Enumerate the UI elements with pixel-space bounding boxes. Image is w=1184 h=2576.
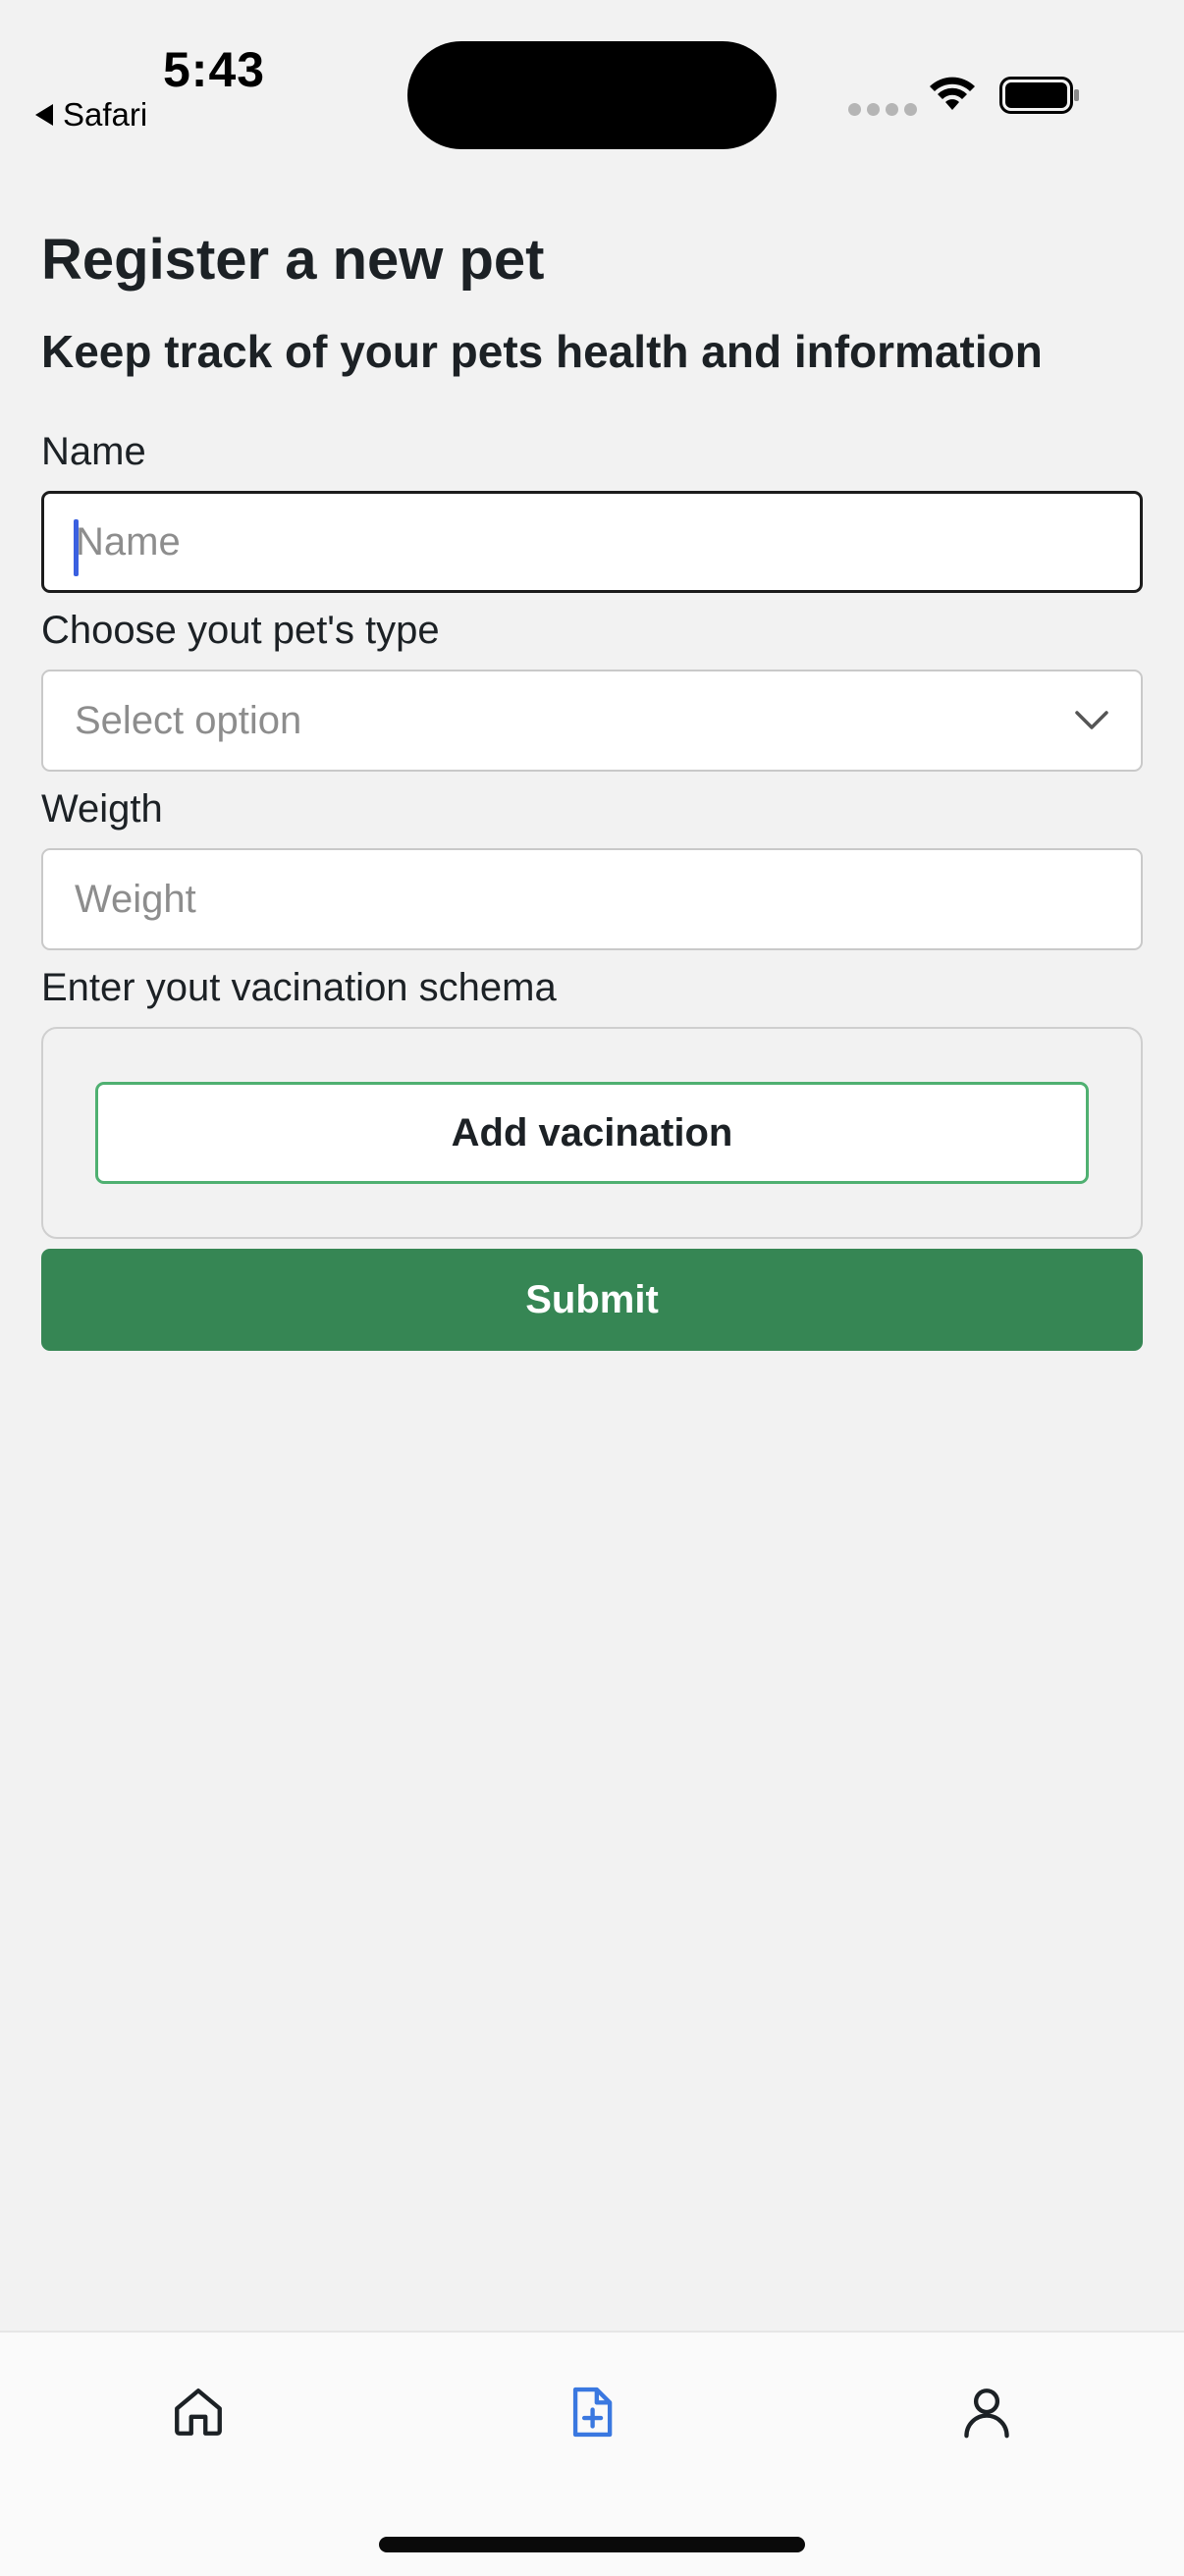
- status-time: 5:43: [163, 42, 266, 97]
- dynamic-island: [407, 41, 777, 149]
- add-document-icon: [572, 2387, 613, 2438]
- submit-button[interactable]: Submit: [41, 1249, 1143, 1351]
- back-app-label: Safari: [63, 96, 148, 133]
- chevron-down-icon: [1075, 711, 1108, 729]
- vaccination-schema-box: Add vacination: [41, 1027, 1143, 1239]
- user-icon: [964, 2388, 1009, 2439]
- pet-type-selected-value: Select option: [75, 698, 302, 742]
- back-arrow-icon: [35, 104, 53, 126]
- signal-icon: [848, 103, 917, 116]
- name-input[interactable]: [41, 491, 1143, 593]
- tab-home[interactable]: [144, 2358, 252, 2466]
- home-indicator: [379, 2537, 805, 2552]
- home-icon: [175, 2388, 222, 2436]
- vaccination-label: Enter yout vacination schema: [41, 966, 557, 1009]
- pet-type-label: Choose yout pet's type: [41, 609, 440, 652]
- name-label: Name: [41, 430, 146, 473]
- weight-input[interactable]: [41, 848, 1143, 950]
- tab-register-pet[interactable]: [538, 2358, 646, 2466]
- page-title: Register a new pet: [41, 228, 545, 292]
- text-caret: [74, 519, 79, 576]
- status-bar: 5:43 Safari: [0, 0, 1184, 149]
- register-pet-form: Register a new pet Keep track of your pe…: [41, 216, 1143, 1351]
- battery-icon: [999, 77, 1079, 114]
- page-subtitle: Keep track of your pets health and infor…: [41, 326, 1043, 377]
- wifi-icon: [930, 77, 975, 110]
- name-field-wrapper: [41, 491, 1143, 593]
- add-vaccination-button[interactable]: Add vacination: [95, 1082, 1089, 1184]
- tab-profile[interactable]: [933, 2358, 1041, 2466]
- pet-type-select[interactable]: Select option: [41, 670, 1143, 772]
- weight-label: Weigth: [41, 787, 163, 831]
- back-to-app-button[interactable]: Safari: [35, 96, 147, 134]
